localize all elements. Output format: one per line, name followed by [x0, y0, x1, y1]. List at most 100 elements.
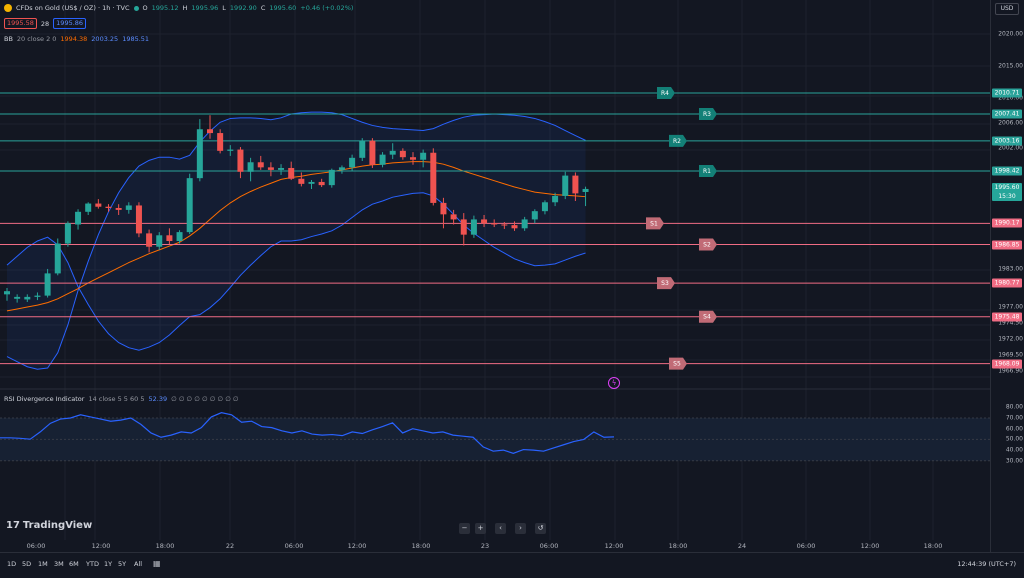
- candle-body[interactable]: [4, 291, 10, 295]
- candle-body[interactable]: [257, 162, 264, 168]
- candle-body[interactable]: [288, 167, 295, 179]
- scroll-right-button[interactable]: ›: [515, 523, 526, 534]
- reset-chart-button[interactable]: ↺: [535, 523, 546, 534]
- buy-button[interactable]: 1995.86: [53, 18, 87, 29]
- candle-body[interactable]: [481, 219, 488, 224]
- candle-body[interactable]: [470, 219, 477, 235]
- timeframe-1m-button[interactable]: 1M: [38, 560, 48, 568]
- current-price-tag[interactable]: 1995.60 15:30: [992, 182, 1022, 201]
- time-tick-label: 23: [480, 542, 490, 550]
- bb-legend[interactable]: BB 20 close 2 0 1994.38 2003.25 1985.51: [4, 35, 149, 43]
- candle-body[interactable]: [552, 195, 559, 203]
- zoom-out-button[interactable]: −: [459, 523, 470, 534]
- candle-body[interactable]: [237, 149, 244, 172]
- candle-body[interactable]: [501, 224, 508, 226]
- price-chart[interactable]: R4 R3 R2 R1 S1 S2 S3 S4 S5: [0, 0, 990, 574]
- candle-body[interactable]: [146, 233, 153, 247]
- candle-body[interactable]: [125, 205, 132, 210]
- candle-body[interactable]: [399, 150, 406, 158]
- candle-body[interactable]: [511, 225, 518, 229]
- candle-body[interactable]: [450, 214, 457, 220]
- gold-symbol-icon[interactable]: [4, 4, 12, 12]
- scroll-left-button[interactable]: ‹: [495, 523, 506, 534]
- candle-body[interactable]: [278, 167, 285, 170]
- candle-body[interactable]: [135, 205, 142, 234]
- timeframe-1y-button[interactable]: 1Y: [104, 560, 112, 568]
- candle-body[interactable]: [328, 169, 335, 186]
- candle-body[interactable]: [379, 154, 386, 165]
- chart-area[interactable]: R4 R3 R2 R1 S1 S2 S3 S4 S5: [0, 0, 990, 574]
- rsi-tick-label: 50.00: [1005, 435, 1023, 443]
- candle-body[interactable]: [491, 223, 498, 225]
- candle-body[interactable]: [95, 203, 102, 207]
- candle-body[interactable]: [115, 207, 122, 210]
- candle-body[interactable]: [186, 178, 193, 233]
- price-tag-r4[interactable]: 2010.71: [992, 88, 1022, 98]
- price-tag-r3[interactable]: 2007.41: [992, 109, 1022, 119]
- timeframe-1d-button[interactable]: 1D: [7, 560, 16, 568]
- candle-body[interactable]: [105, 206, 112, 208]
- candle-body[interactable]: [24, 296, 31, 300]
- candle-body[interactable]: [267, 167, 274, 170]
- price-tag-s4[interactable]: 1975.48: [992, 312, 1022, 322]
- price-tag-r2[interactable]: 2003.16: [992, 136, 1022, 146]
- rsi-legend[interactable]: RSI Divergence Indicator 14 close 5 5 60…: [4, 395, 239, 403]
- candle-body[interactable]: [217, 133, 224, 151]
- candle-body[interactable]: [156, 235, 163, 247]
- timeframe-5y-button[interactable]: 5Y: [118, 560, 126, 568]
- event-lightning-icon[interactable]: ϟ: [608, 377, 620, 389]
- candle-body[interactable]: [227, 149, 234, 151]
- candle-body[interactable]: [34, 295, 41, 297]
- ohlc-change: +0.46 (+0.02%): [300, 4, 354, 12]
- sell-button[interactable]: 1995.58: [4, 18, 37, 29]
- candle-body[interactable]: [460, 219, 467, 235]
- candle-body[interactable]: [318, 181, 325, 186]
- price-axis[interactable]: USD 2020.00 2015.00 2010.00 2006.00 2002.00 1…: [990, 0, 1024, 552]
- timeframe-3m-button[interactable]: 3M: [54, 560, 64, 568]
- timeframe-all-button[interactable]: All: [134, 560, 142, 568]
- symbol-title[interactable]: CFDs on Gold (US$ / OZ) · 1h · TVC: [16, 4, 130, 12]
- candle-body[interactable]: [64, 223, 71, 244]
- candle-body[interactable]: [410, 157, 416, 160]
- tradingview-logo[interactable]: 17 TradingView: [6, 520, 92, 531]
- clock-timezone[interactable]: 12:44:39 (UTC+7): [957, 560, 1016, 568]
- timeframe-5d-button[interactable]: 5D: [22, 560, 31, 568]
- candle-body[interactable]: [247, 162, 254, 172]
- candle-body[interactable]: [430, 152, 437, 203]
- candle-body[interactable]: [359, 140, 366, 158]
- candle-body[interactable]: [85, 203, 92, 212]
- currency-selector[interactable]: USD: [995, 3, 1019, 15]
- candle-body[interactable]: [582, 188, 589, 192]
- candle-body[interactable]: [562, 175, 569, 196]
- zoom-in-button[interactable]: +: [475, 523, 486, 534]
- candle-body[interactable]: [521, 219, 528, 229]
- candle-body[interactable]: [440, 202, 447, 215]
- candle-body[interactable]: [389, 150, 396, 155]
- candle-body[interactable]: [44, 273, 51, 296]
- candle-body[interactable]: [531, 211, 538, 220]
- price-tag-r1[interactable]: 1998.42: [992, 166, 1022, 176]
- candle-body[interactable]: [349, 157, 356, 168]
- candle-body[interactable]: [75, 211, 82, 225]
- price-tag-s3[interactable]: 1980.77: [992, 278, 1022, 288]
- candle-body[interactable]: [207, 129, 213, 134]
- candle-body[interactable]: [338, 167, 345, 170]
- candle-body[interactable]: [14, 296, 21, 299]
- timeframe-6m-button[interactable]: 6M: [69, 560, 79, 568]
- candle-body[interactable]: [420, 152, 427, 160]
- candle-body[interactable]: [572, 175, 579, 194]
- candle-body[interactable]: [166, 235, 173, 242]
- timeframe-ytd-button[interactable]: YTD: [86, 560, 99, 568]
- candle-body[interactable]: [196, 129, 203, 179]
- price-tag-s5[interactable]: 1968.09: [992, 359, 1022, 369]
- candle-body[interactable]: [298, 178, 305, 184]
- date-range-calendar-icon[interactable]: ▦: [153, 559, 161, 568]
- price-tag-s2[interactable]: 1986.85: [992, 240, 1022, 249]
- candle-body[interactable]: [369, 140, 376, 165]
- spread-value: 28: [40, 19, 50, 28]
- candle-body[interactable]: [176, 232, 183, 242]
- price-tag-s1[interactable]: 1990.17: [992, 218, 1022, 228]
- candle-body[interactable]: [541, 202, 548, 212]
- candle-body[interactable]: [308, 181, 315, 184]
- candle-body[interactable]: [54, 243, 61, 274]
